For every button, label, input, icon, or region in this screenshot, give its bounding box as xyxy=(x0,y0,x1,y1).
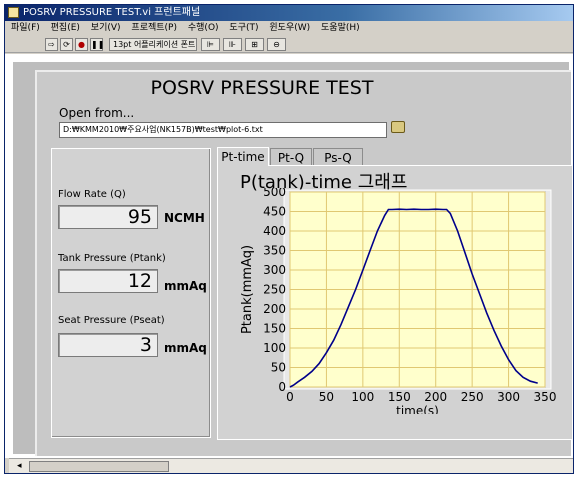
horizontal-scrollbar[interactable]: ◂ xyxy=(9,458,573,473)
menu-item-project[interactable]: 프로젝트(P) xyxy=(131,23,177,33)
front-panel: POSRV PRESSURE TEST Open from... D:₩KMM2… xyxy=(5,54,573,458)
y-tick-label: 300 xyxy=(263,263,286,277)
browse-folder-icon[interactable] xyxy=(391,121,405,133)
tank-pressure-indicator: 12 xyxy=(58,269,158,293)
y-tick-label: 450 xyxy=(263,205,286,219)
run-arrow-icon[interactable]: ⇨ xyxy=(45,38,58,51)
run-continuously-icon[interactable]: ⟳ xyxy=(60,38,73,51)
menu-item-file[interactable]: 파일(F) xyxy=(11,23,40,33)
align-objects-icon[interactable]: ⊫ xyxy=(201,38,220,51)
seat-pressure-indicator: 3 xyxy=(58,333,158,357)
seat-pressure-label: Seat Pressure (Pseat) xyxy=(58,315,165,326)
tank-pressure-unit: mmAq xyxy=(164,279,207,293)
tab-page-pt-time: P(tank)-time 그래프 0 50 100 150 200 250 300 350 0 5… xyxy=(217,165,573,440)
y-tick-label: 250 xyxy=(263,283,286,297)
vi-app-icon xyxy=(8,7,19,18)
menu-item-operate[interactable]: 수행(O) xyxy=(188,23,219,33)
x-tick-label: 200 xyxy=(424,390,447,404)
y-axis-label: Ptank(mmAq) xyxy=(240,245,255,334)
scroll-thumb[interactable] xyxy=(29,461,169,472)
tank-pressure-label: Tank Pressure (Ptank) xyxy=(58,253,166,264)
file-path-input[interactable]: D:₩KMM2010₩주요사업(NK157B)₩test₩plot-6.txt xyxy=(59,122,387,138)
seat-pressure-unit: mmAq xyxy=(164,341,207,355)
tab-control: Pt-time Pt-Q Ps-Q P(tank)-time 그래프 0 50 10… xyxy=(217,147,573,440)
toolbar: ⇨ ⟳ ● ❚❚ 13pt 어플리케이션 폰트 ⊫ ⊪ ⊞ ⊖ xyxy=(5,36,573,53)
y-tick-label: 350 xyxy=(263,244,286,258)
pause-icon[interactable]: ❚❚ xyxy=(90,38,104,51)
panel-title: POSRV PRESSURE TEST xyxy=(150,77,374,99)
pressure-time-chart: 0 50 100 150 200 250 300 350 0 50 100 150 200 250 300 3… xyxy=(240,188,557,414)
app-window: POSRV PRESSURE TEST.vi 프런트패널 파일(F) 편집(E)… xyxy=(4,4,574,474)
flow-rate-indicator: 95 xyxy=(58,205,158,229)
x-axis-label: time(s) xyxy=(396,404,439,414)
menu-item-window[interactable]: 윈도우(W) xyxy=(269,23,310,33)
y-tick-label: 100 xyxy=(263,341,286,355)
y-tick-label: 400 xyxy=(263,224,286,238)
flow-rate-unit: NCMH xyxy=(164,211,205,225)
abort-stop-icon[interactable]: ● xyxy=(75,38,88,51)
x-tick-label: 50 xyxy=(319,390,334,404)
font-selector-label: 13pt 어플리케이션 폰트 xyxy=(113,40,196,49)
x-tick-label: 350 xyxy=(534,390,557,404)
x-tick-label: 0 xyxy=(286,390,294,404)
window-title: POSRV PRESSURE TEST.vi 프런트패널 xyxy=(23,7,201,18)
x-tick-label: 300 xyxy=(497,390,520,404)
x-tick-label: 100 xyxy=(351,390,374,404)
resize-objects-icon[interactable]: ⊞ xyxy=(245,38,264,51)
indicator-panel: Flow Rate (Q) 95 NCMH Tank Pressure (Pta… xyxy=(51,148,211,438)
font-selector[interactable]: 13pt 어플리케이션 폰트 xyxy=(109,38,197,51)
title-bar: POSRV PRESSURE TEST.vi 프런트패널 xyxy=(5,5,573,21)
scroll-left-arrow-icon[interactable]: ◂ xyxy=(17,461,22,471)
x-tick-label: 150 xyxy=(388,390,411,404)
tab-pt-time[interactable]: Pt-time xyxy=(217,147,269,166)
open-from-label: Open from... xyxy=(59,106,135,120)
tab-ps-q[interactable]: Ps-Q xyxy=(313,148,363,166)
main-panel: POSRV PRESSURE TEST Open from... D:₩KMM2… xyxy=(35,70,573,456)
tab-pt-q[interactable]: Pt-Q xyxy=(270,148,312,166)
reorder-icon[interactable]: ⊖ xyxy=(267,38,286,51)
y-tick-label: 500 xyxy=(263,188,286,199)
flow-rate-label: Flow Rate (Q) xyxy=(58,189,126,200)
y-tick-label: 150 xyxy=(263,322,286,336)
x-tick-label: 250 xyxy=(461,390,484,404)
y-tick-label: 50 xyxy=(271,361,286,375)
menu-item-edit[interactable]: 편집(E) xyxy=(51,23,80,33)
menu-item-help[interactable]: 도움말(H) xyxy=(321,23,360,33)
menu-bar: 파일(F) 편집(E) 보기(V) 프로젝트(P) 수행(O) 도구(T) 윈도… xyxy=(5,21,573,36)
menu-item-tools[interactable]: 도구(T) xyxy=(229,23,258,33)
distribute-objects-icon[interactable]: ⊪ xyxy=(223,38,242,51)
menu-item-view[interactable]: 보기(V) xyxy=(91,23,121,33)
y-tick-label: 200 xyxy=(263,302,286,316)
y-tick-label: 0 xyxy=(278,380,286,394)
